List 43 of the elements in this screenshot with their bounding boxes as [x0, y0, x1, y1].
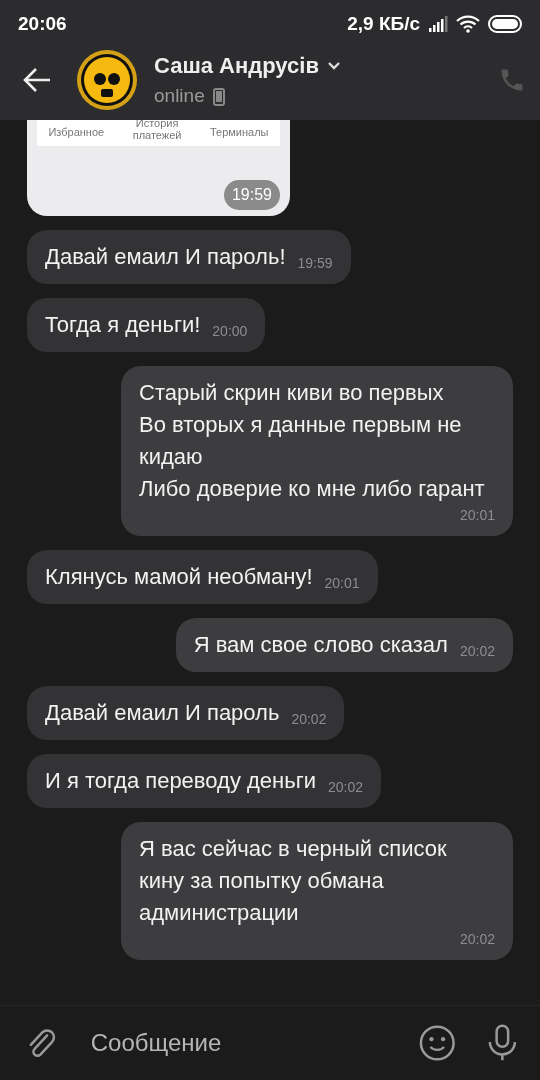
chevron-down-icon[interactable]	[326, 61, 341, 71]
app-tab-label: История платежей	[131, 120, 183, 141]
message-text: Тогда я деньги!	[45, 311, 201, 339]
incoming-message[interactable]: Давай емаил И пароль! 19:59	[27, 230, 351, 284]
message-text: Давай емаил И пароль	[45, 699, 280, 727]
image-message[interactable]: Избранное История платежей Терминалы 19:59	[27, 120, 290, 216]
wifi-icon	[456, 15, 480, 33]
outgoing-message[interactable]: Я вас сейчас в черный список кину за попытку обмана администрации 20:02	[121, 822, 513, 960]
message-time: 20:01	[458, 506, 495, 525]
status-time: 20:06	[18, 11, 67, 36]
message-time: 19:59	[296, 254, 333, 273]
mobile-phone-icon	[212, 87, 225, 106]
message-time: 20:00	[211, 322, 248, 341]
emoji-icon[interactable]	[418, 1024, 456, 1062]
contact-status: online	[154, 84, 205, 109]
message-field[interactable]: Сообщение	[88, 1024, 403, 1062]
message-time: 20:02	[327, 778, 364, 797]
message-time: 20:02	[458, 930, 495, 949]
incoming-message[interactable]: Клянусь мамой необману! 20:01	[27, 550, 378, 604]
signal-icon	[428, 16, 448, 32]
app-tab-label: Терминалы	[209, 126, 269, 138]
message-time: 20:02	[290, 710, 327, 729]
network-speed: 2,9 КБ/с	[347, 11, 420, 36]
incoming-message[interactable]: И я тогда переводу деньги 20:02	[27, 754, 382, 808]
message-text: Старый скрин киви во первых Во вторых я данные первым не кидаю Либо доверие ко мне либо гарант	[139, 379, 486, 503]
message-time: 19:59	[223, 180, 280, 210]
message-text: И я тогда переводу деньги	[45, 767, 316, 795]
app-tab-label: Избранное	[48, 126, 105, 138]
message-text: Давай емаил И пароль!	[45, 243, 286, 271]
message-text: Клянусь мамой необману!	[45, 563, 313, 591]
microphone-icon[interactable]	[487, 1024, 518, 1062]
message-text: Я вас сейчас в черный список кину за попытку обмана администрации	[139, 835, 448, 927]
message-time: 20:02	[458, 642, 495, 661]
avatar-icon[interactable]	[76, 49, 138, 111]
incoming-message[interactable]: Давай емаил И пароль 20:02	[27, 686, 345, 740]
message-text: Я вам свое слово сказал	[193, 631, 448, 659]
outgoing-message[interactable]: Старый скрин киви во первых Во вторых я данные первым не кидаю Либо доверие ко мне либо гарант 20:01	[121, 366, 513, 536]
contact-name[interactable]: Саша Андрусів	[154, 49, 319, 83]
back-icon[interactable]	[22, 67, 52, 93]
outgoing-message[interactable]: Я вам свое слово сказал 20:02	[175, 618, 513, 672]
message-time: 20:01	[323, 574, 360, 593]
incoming-message[interactable]: Тогда я деньги! 20:00	[27, 298, 266, 352]
battery-icon	[488, 15, 522, 33]
